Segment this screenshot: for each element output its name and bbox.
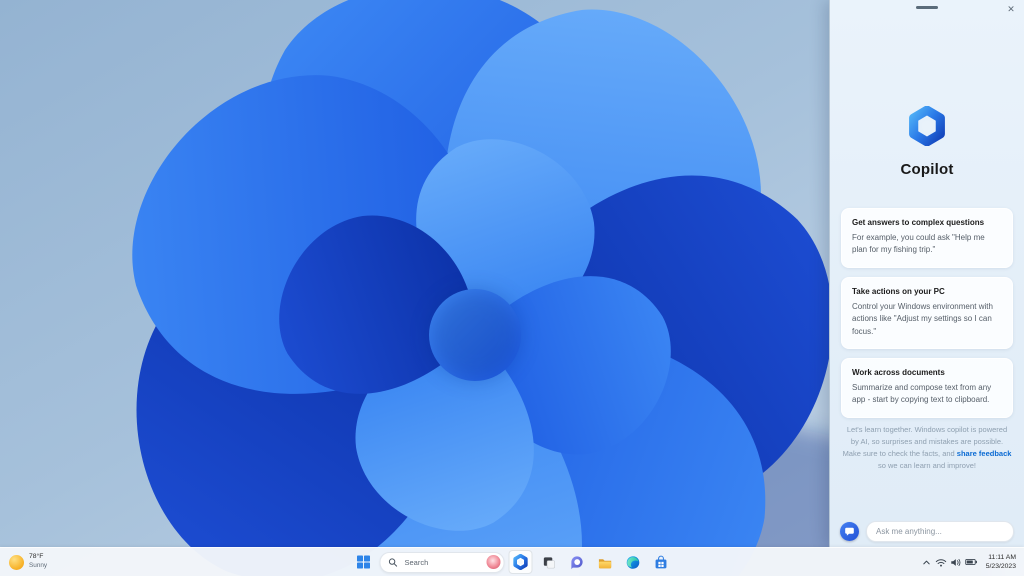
panel-title: Copilot	[900, 161, 954, 178]
share-feedback-link[interactable]: share feedback	[957, 449, 1012, 458]
battery-icon[interactable]	[965, 554, 978, 570]
suggestion-cards: Get answers to complex questions For exa…	[841, 208, 1013, 418]
card-heading: Get answers to complex questions	[852, 218, 985, 227]
clock-date: 5/23/2023	[985, 563, 1016, 570]
bing-daily-image-icon[interactable]	[486, 555, 501, 569]
wifi-icon[interactable]	[935, 554, 948, 570]
card-heading: Work across documents	[852, 367, 945, 377]
card-complex-questions[interactable]: Get answers to complex questions For exa…	[841, 208, 1013, 268]
sun-icon	[9, 554, 24, 570]
close-icon[interactable]: ✕	[1004, 2, 1018, 16]
taskbar-copilot-button[interactable]	[508, 550, 533, 574]
weather-condition: Sunny	[29, 562, 48, 570]
copilot-panel: ✕ Copilot Get answers to complex questio…	[829, 0, 1024, 548]
search-input[interactable]	[402, 556, 482, 568]
file-explorer-icon	[598, 558, 611, 568]
system-tray	[917, 554, 981, 570]
edge-icon	[626, 555, 639, 569]
file-explorer-button[interactable]	[593, 550, 617, 574]
chat-input-row	[840, 520, 1014, 542]
taskbar-search-box[interactable]	[379, 551, 505, 573]
card-body: For example, you could ask "Help me plan…	[852, 233, 985, 255]
copilot-logo-icon	[909, 106, 945, 146]
teams-chat-icon	[570, 555, 583, 569]
windows-logo-icon	[357, 555, 370, 569]
card-body: Control your Windows environment with ac…	[852, 301, 993, 336]
taskbar-clock[interactable]: 11:11 AM 5/23/2023	[981, 553, 1021, 571]
clock-time: 11:11 AM	[988, 553, 1016, 561]
store-button[interactable]	[649, 550, 673, 574]
card-body: Summarize and compose text from any app …	[852, 382, 992, 405]
ask-me-anything-input[interactable]	[866, 520, 1014, 542]
chat-bubble-icon	[845, 527, 854, 536]
taskbar: 78°F Sunny Search 11:11 AM 5/23/2023	[0, 547, 1024, 576]
volume-icon[interactable]	[950, 554, 963, 570]
search-icon	[388, 557, 398, 567]
chat-button[interactable]	[565, 550, 589, 574]
task-view-button[interactable]	[537, 550, 561, 574]
weather-widget[interactable]: 78°F Sunny	[2, 548, 54, 576]
weather-temperature: 78°F	[29, 553, 44, 561]
chevron-up-icon[interactable]	[920, 554, 933, 570]
panel-drag-handle[interactable]	[916, 6, 938, 9]
card-take-actions[interactable]: Take actions on your PC Control your Win…	[841, 276, 1013, 349]
copilot-chat-button[interactable]	[840, 521, 859, 541]
disclaimer-text: so we can learn and improve!	[878, 461, 976, 470]
task-view-icon	[543, 556, 555, 568]
card-heading: Take actions on your PC	[852, 286, 945, 296]
card-work-documents[interactable]: Work across documents Summarize and comp…	[841, 357, 1013, 418]
ai-disclaimer: Let's learn together. Windows copilot is…	[842, 424, 1012, 472]
start-button[interactable]	[352, 550, 376, 574]
microsoft-store-icon	[655, 555, 666, 568]
copilot-icon	[513, 554, 528, 570]
edge-button[interactable]	[621, 550, 645, 574]
